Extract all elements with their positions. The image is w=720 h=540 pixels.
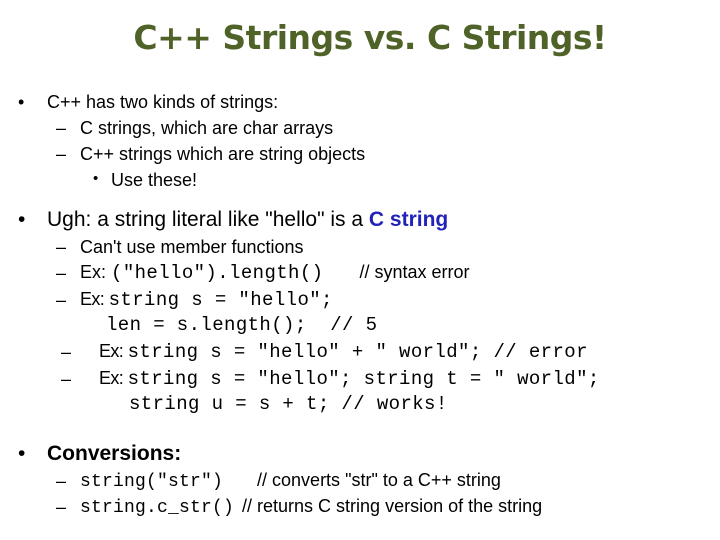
section2-example-concat-error: Ex: string s = "hello" + " world"; // er…: [99, 342, 588, 362]
dash-icon: –: [61, 369, 72, 389]
bullet-icon: •: [18, 442, 26, 465]
conversion-comment: // converts "str" to a C++ string: [257, 470, 501, 490]
example-label: Ex:: [80, 262, 112, 282]
example-code: string s = "hello" + " world"; // error: [127, 341, 588, 363]
example-label: Ex:: [80, 289, 109, 309]
section2-heading: Ugh: a string literal like "hello" is a …: [47, 209, 448, 230]
section3-item-string-constructor: string("str") // converts "str" to a C++ …: [80, 471, 501, 491]
dash-icon: –: [61, 342, 72, 362]
section2-example-length-literal: Ex: ("hello").length() // syntax error: [80, 263, 469, 283]
section2-example-string-length: Ex: string s = "hello";: [80, 290, 333, 310]
dash-icon: –: [56, 471, 67, 491]
example-code: string s = "hello";: [108, 289, 333, 311]
dash-icon: –: [56, 237, 67, 257]
slide-title: C++ Strings vs. C Strings!: [133, 18, 607, 57]
section1-item-cpp-strings: C++ strings which are string objects: [80, 144, 366, 164]
conversion-comment: // returns C string version of the strin…: [242, 496, 543, 516]
dash-icon: –: [56, 263, 67, 283]
bullet-icon: •: [18, 208, 26, 231]
c-string-highlight: C string: [368, 208, 449, 231]
section3-heading: Conversions:: [47, 442, 182, 465]
example-code-continuation: len = s.length(); // 5: [106, 314, 378, 336]
bullet-icon: •: [18, 92, 25, 112]
section1-item-c-strings: C strings, which are char arrays: [80, 118, 334, 138]
example-label: Ex:: [99, 368, 128, 388]
example-code: ("hello").length(): [111, 262, 324, 284]
slide: C++ Strings vs. C Strings! • C++ has two…: [0, 0, 720, 540]
example-code: string s = "hello"; string t = " world";: [127, 368, 600, 390]
dash-icon: –: [56, 144, 67, 164]
section1-subitem: Use these!: [111, 170, 198, 190]
section2-heading-text: Ugh: a string literal like "hello" is a: [47, 208, 369, 231]
section2-item-member-functions: Can't use member functions: [80, 237, 304, 257]
section3-item-c-str: string.c_str() // returns C string versio…: [80, 497, 542, 517]
section1-heading: C++ has two kinds of strings:: [47, 92, 279, 112]
dash-icon: –: [56, 497, 67, 517]
conversion-code: string.c_str(): [80, 498, 235, 518]
conversion-code: string("str"): [80, 472, 224, 492]
bullet-icon: •: [93, 170, 99, 187]
example-code-continuation: string u = s + t; // works!: [129, 393, 448, 415]
section2-example-concat-works: Ex: string s = "hello"; string t = " wor…: [99, 369, 600, 389]
dash-icon: –: [56, 290, 67, 310]
example-comment: // syntax error: [359, 262, 470, 282]
dash-icon: –: [56, 118, 67, 138]
example-label: Ex:: [99, 341, 128, 361]
